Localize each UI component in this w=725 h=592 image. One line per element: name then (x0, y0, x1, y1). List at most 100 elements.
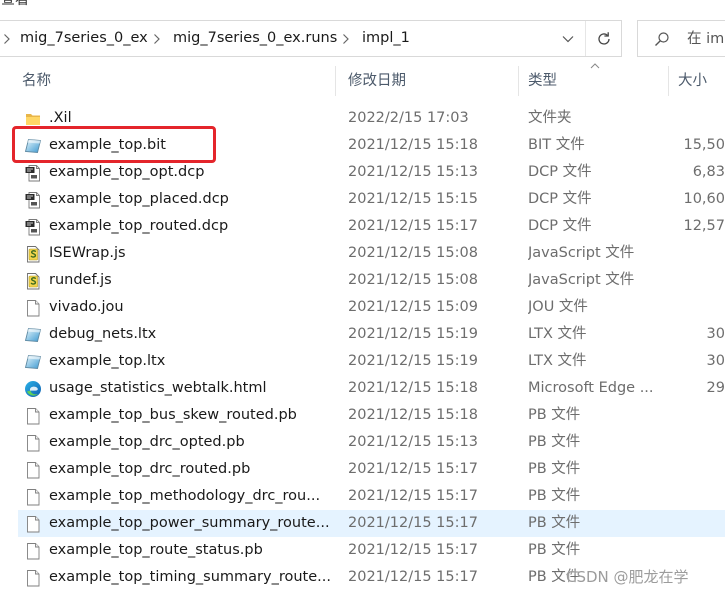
address-bar[interactable]: mig_7series_0_ex mig_7series_0_ex.runs i… (0, 20, 622, 57)
dcp-file-icon (24, 163, 42, 182)
vivado-file-icon (24, 352, 42, 371)
file-row[interactable]: example_top_opt.dcp 2021/12/15 15:13 DCP 文… (0, 159, 725, 186)
file-row[interactable]: rundef.js 2021/12/15 15:08 JavaScript 文件 (0, 267, 725, 294)
js-file-icon (24, 271, 42, 290)
file-type: JavaScript 文件 (528, 272, 635, 288)
file-size: 10,60 (683, 191, 725, 207)
column-header-size[interactable]: 大小 (669, 67, 725, 95)
file-type: DCP 文件 (528, 218, 592, 234)
column-header-modified[interactable]: 修改日期 (336, 67, 518, 95)
file-type: PB 文件 (528, 407, 581, 423)
file-type: PB 文件 (528, 461, 581, 477)
vivado-file-icon (24, 136, 42, 155)
file-modified: 2021/12/15 15:18 (348, 137, 478, 153)
folder-icon (24, 109, 42, 128)
file-name: example_top_bus_skew_routed.pb (49, 407, 297, 423)
file-modified: 2021/12/15 15:19 (348, 326, 478, 342)
chevron-right-icon[interactable] (3, 21, 11, 56)
file-type: DCP 文件 (528, 191, 592, 207)
file-name: example_top_routed.dcp (49, 218, 229, 234)
file-name: usage_statistics_webtalk.html (49, 380, 267, 396)
file-size: 29 (706, 380, 725, 396)
file-name: rundef.js (49, 272, 112, 288)
file-name: example_top_drc_opted.pb (49, 434, 245, 450)
document-icon (24, 514, 42, 533)
file-row[interactable]: example_top.bit 2021/12/15 15:18 BIT 文件 15,… (0, 132, 725, 159)
js-file-icon (24, 244, 42, 263)
file-type: LTX 文件 (528, 326, 587, 342)
chevron-right-icon[interactable] (342, 21, 350, 56)
file-row[interactable]: example_top_power_summary_route... 2021/1… (0, 510, 725, 537)
file-row[interactable]: example_top_methodology_drc_rou... 2021/1… (0, 483, 725, 510)
chevron-down-icon[interactable] (559, 21, 577, 56)
file-name: example_top.ltx (49, 353, 166, 369)
file-row[interactable]: ISEWrap.js 2021/12/15 15:08 JavaScript 文件 (0, 240, 725, 267)
file-type: LTX 文件 (528, 353, 587, 369)
file-name: debug_nets.ltx (49, 326, 157, 342)
file-modified: 2021/12/15 15:18 (348, 380, 478, 396)
column-header: 名称 修改日期 类型 大小 (0, 63, 725, 96)
file-type: PB 文件 (528, 542, 581, 558)
file-row[interactable]: example_top_drc_opted.pb 2021/12/15 15:13… (0, 429, 725, 456)
sort-ascending-icon (590, 63, 600, 69)
file-type: PB 文件 (528, 515, 581, 531)
file-size: 30 (706, 353, 725, 369)
file-modified: 2021/12/15 15:17 (348, 515, 478, 531)
file-row[interactable]: example_top_routed.dcp 2021/12/15 15:17 DC… (0, 213, 725, 240)
file-modified: 2021/12/15 15:17 (348, 542, 478, 558)
file-type: DCP 文件 (528, 164, 592, 180)
file-type: JOU 文件 (528, 299, 588, 315)
column-header-name[interactable]: 名称 (14, 67, 335, 95)
file-row[interactable]: .Xil 2022/2/15 17:03 文件夹 (0, 105, 725, 132)
breadcrumb-item-current[interactable]: impl_1 (362, 21, 410, 56)
file-row[interactable]: example_top_placed.dcp 2021/12/15 15:15 DC… (0, 186, 725, 213)
column-label: 类型 (528, 73, 557, 89)
file-type: PB 文件 (528, 434, 581, 450)
file-name: example_top_placed.dcp (49, 191, 229, 207)
file-modified: 2021/12/15 15:15 (348, 191, 478, 207)
watermark: CSDN @肥龙在学 (566, 568, 689, 586)
file-modified: 2021/12/15 15:13 (348, 434, 478, 450)
file-row[interactable]: example_top_route_status.pb 2021/12/15 15… (0, 537, 725, 564)
file-size: 30 (706, 326, 725, 342)
file-name: example_top_opt.dcp (49, 164, 205, 180)
file-row[interactable]: example_top_bus_skew_routed.pb 2021/12/15… (0, 402, 725, 429)
file-modified: 2021/12/15 15:18 (348, 407, 478, 423)
search-box[interactable] (637, 20, 725, 57)
file-type: JavaScript 文件 (528, 245, 635, 261)
file-modified: 2021/12/15 15:17 (348, 461, 478, 477)
document-icon (24, 298, 42, 317)
file-name: example_top.bit (49, 137, 166, 153)
column-header-type[interactable]: 类型 (519, 67, 668, 95)
file-modified: 2021/12/15 15:17 (348, 569, 478, 585)
file-size: 15,50 (683, 137, 725, 153)
file-size: 6,83 (692, 164, 725, 180)
breadcrumb-item[interactable]: mig_7series_0_ex (20, 21, 148, 56)
file-type: Microsoft Edge ... (528, 380, 654, 396)
file-name: example_top_methodology_drc_rou... (49, 488, 321, 504)
file-size: 12,57 (683, 218, 725, 234)
file-modified: 2021/12/15 15:13 (348, 164, 478, 180)
file-type: 文件夹 (528, 110, 572, 126)
file-row[interactable]: example_top_drc_routed.pb 2021/12/15 15:1… (0, 456, 725, 483)
file-type: BIT 文件 (528, 137, 585, 153)
file-row[interactable]: debug_nets.ltx 2021/12/15 15:19 LTX 文件 30 (0, 321, 725, 348)
vivado-file-icon (24, 325, 42, 344)
document-icon (24, 487, 42, 506)
file-name: example_top_timing_summary_route... (49, 569, 331, 585)
file-name: .Xil (49, 110, 72, 126)
breadcrumb-item[interactable]: mig_7series_0_ex.runs (173, 21, 337, 56)
file-row[interactable]: vivado.jou 2021/12/15 15:09 JOU 文件 (0, 294, 725, 321)
file-modified: 2021/12/15 15:08 (348, 272, 478, 288)
ribbon-tab-view[interactable]: 查看 (1, 0, 29, 9)
file-row[interactable]: usage_statistics_webtalk.html 2021/12/15 … (0, 375, 725, 402)
document-icon (24, 460, 42, 479)
file-row[interactable]: example_top.ltx 2021/12/15 15:19 LTX 文件 30 (0, 348, 725, 375)
search-input[interactable] (687, 21, 725, 56)
file-modified: 2021/12/15 15:19 (348, 353, 478, 369)
refresh-icon[interactable] (586, 21, 621, 56)
file-modified: 2021/12/15 15:09 (348, 299, 478, 315)
edge-icon (24, 379, 42, 398)
chevron-right-icon[interactable] (153, 21, 161, 56)
search-icon (654, 21, 670, 56)
